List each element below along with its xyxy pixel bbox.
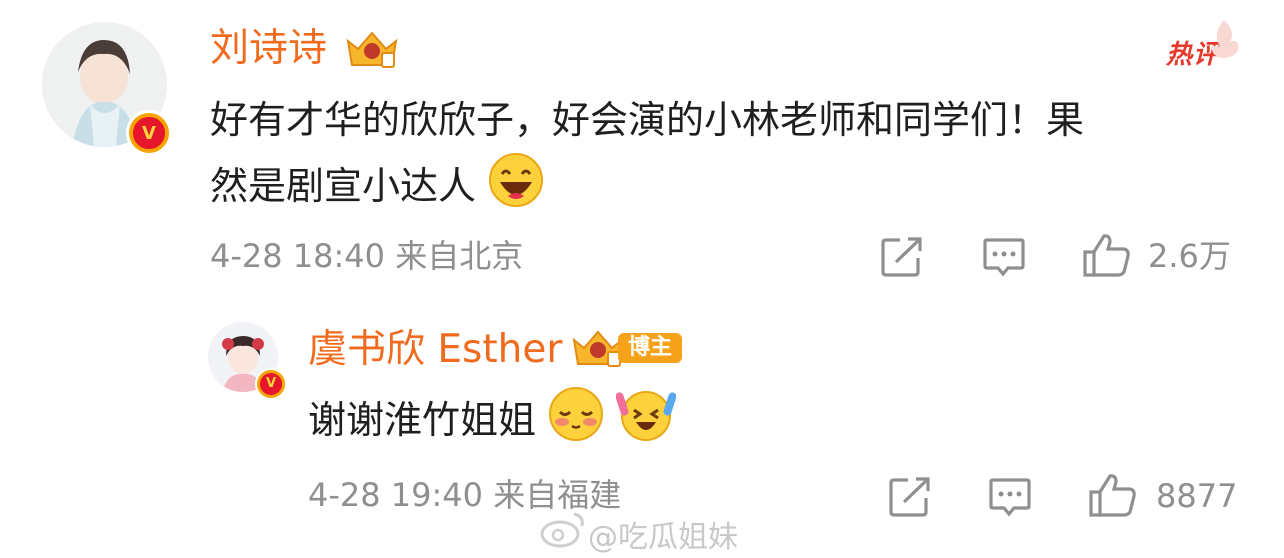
weibo-logo-icon xyxy=(540,508,588,552)
like-icon[interactable] xyxy=(1088,472,1138,518)
laugh-emoji xyxy=(488,152,544,225)
reply-text: 谢谢淮竹姐姐 xyxy=(308,386,677,459)
share-icon[interactable] xyxy=(888,476,932,518)
verified-badge: V xyxy=(126,110,172,156)
reply-meta: 4-28 19:40 来自福建 xyxy=(308,476,622,514)
comment-like-count: 2.6万 xyxy=(1148,237,1231,275)
watermark: @吃瓜姐妹 xyxy=(588,520,738,555)
verified-badge: V xyxy=(255,368,287,400)
shy-emoji xyxy=(548,386,604,459)
comment-icon[interactable] xyxy=(988,476,1032,518)
comment-meta: 4-28 18:40 来自北京 xyxy=(210,237,524,275)
comment-author-name[interactable]: 刘诗诗 xyxy=(210,29,327,68)
hot-flame-icon xyxy=(1206,18,1242,62)
excited-emoji xyxy=(615,386,677,459)
comment-text-line1: 好有才华的欣欣子，好会演的小林老师和同学们！果 xyxy=(210,98,1085,142)
author-role-badge: 博主 xyxy=(618,333,683,363)
crown-badge-icon xyxy=(344,27,400,69)
like-icon[interactable] xyxy=(1082,232,1132,278)
reply-like-count: 8877 xyxy=(1156,477,1238,515)
comment-icon[interactable] xyxy=(982,236,1026,278)
comment-text-line2: 然是剧宣小达人 xyxy=(210,152,544,225)
share-icon[interactable] xyxy=(880,236,924,278)
reply-author-name[interactable]: 虞书欣 Esther xyxy=(308,330,562,369)
